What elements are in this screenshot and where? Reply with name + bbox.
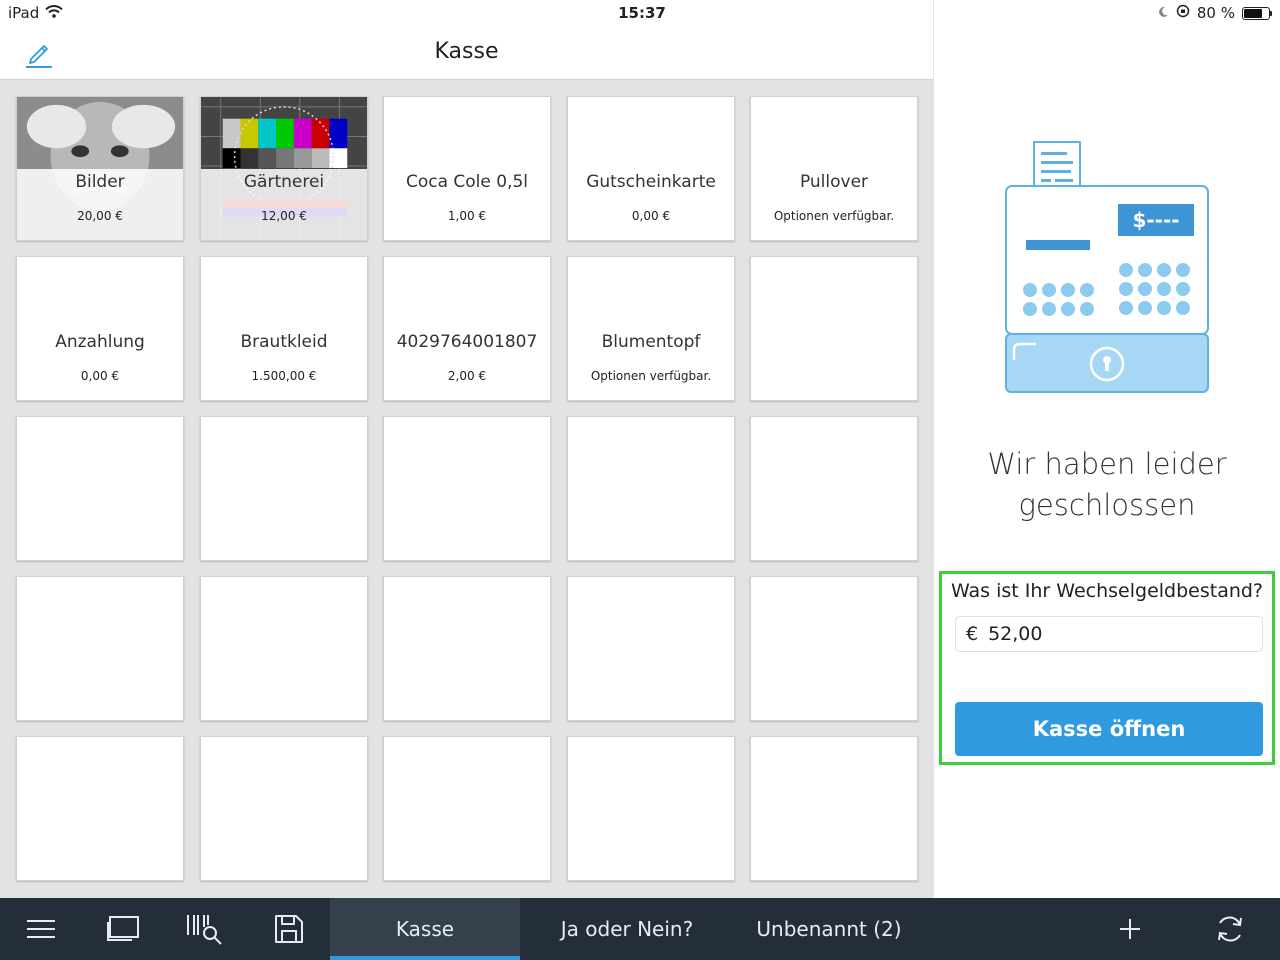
product-grid: Bilder 20,00 € Gärtnerei 12,00 € Coca Cole 0… [0, 80, 933, 898]
barcode-search-icon[interactable] [183, 908, 227, 950]
empty-tile[interactable] [750, 256, 918, 401]
open-register-button[interactable]: Kasse öffnen [955, 702, 1263, 756]
empty-tile[interactable] [383, 576, 551, 721]
empty-tile[interactable] [16, 576, 184, 721]
product-name: Pullover [799, 172, 869, 192]
product-price: Optionen verfügbar. [773, 209, 895, 223]
product-tile[interactable]: Pullover Optionen verfügbar. [750, 96, 918, 241]
empty-tile[interactable] [750, 416, 918, 561]
product-name: 4029764001807 [396, 332, 538, 352]
cash-float-value: 52,00 [988, 623, 1043, 645]
product-tile[interactable]: Bilder 20,00 € [16, 96, 184, 241]
product-price: 0,00 € [631, 209, 671, 223]
register-closed-panel: $---- Wir haben leider geschlossen Was i [934, 26, 1280, 898]
cash-float-label: Was ist Ihr Wechselgeldbestand? [950, 580, 1264, 602]
product-tile[interactable]: 4029764001807 2,00 € [383, 256, 551, 401]
empty-tile[interactable] [567, 736, 735, 881]
product-name: Gutscheinkarte [586, 172, 716, 192]
product-name: Coca Cole 0,5l [405, 172, 529, 192]
product-tile[interactable]: Gutscheinkarte 0,00 € [567, 96, 735, 241]
sync-icon[interactable] [1208, 908, 1252, 950]
product-price: Optionen verfügbar. [590, 369, 712, 383]
product-tile[interactable]: Coca Cole 0,5l 1,00 € [383, 96, 551, 241]
moon-icon [1157, 4, 1169, 22]
screens-icon[interactable] [101, 908, 145, 950]
empty-tile[interactable] [16, 416, 184, 561]
empty-tile[interactable] [383, 736, 551, 881]
empty-tile[interactable] [750, 736, 918, 881]
product-price: 12,00 € [261, 209, 307, 223]
register-display: $---- [1132, 208, 1179, 232]
product-price: 1,00 € [447, 209, 487, 223]
cash-register-icon: $---- [1004, 138, 1212, 398]
closed-message-line2: geschlossen [1018, 488, 1196, 522]
product-price: 0,00 € [80, 369, 120, 383]
product-price: 2,00 € [447, 369, 487, 383]
empty-tile[interactable] [200, 416, 368, 561]
register-header: Kasse [0, 26, 933, 80]
cash-float-input[interactable]: € 52,00 [955, 616, 1263, 652]
cash-float-form: Was ist Ihr Wechselgeldbestand? € 52,00 … [939, 571, 1275, 765]
currency-symbol: € [966, 623, 979, 645]
plus-icon[interactable] [1108, 908, 1152, 950]
empty-tile[interactable] [383, 416, 551, 561]
empty-tile[interactable] [200, 736, 368, 881]
save-icon[interactable] [267, 908, 311, 950]
product-name: Anzahlung [55, 332, 145, 352]
status-time: 15:37 [618, 4, 666, 22]
battery-icon [1242, 6, 1272, 20]
product-name: Blumentopf [601, 332, 701, 352]
tab-unbenannt[interactable]: Unbenannt (2) [734, 898, 924, 960]
status-bar: iPad 15:37 80 % [0, 0, 1280, 26]
tab-ja-oder-nein[interactable]: Ja oder Nein? [530, 898, 724, 960]
empty-tile[interactable] [567, 416, 735, 561]
product-price: 1.500,00 € [251, 369, 317, 383]
product-tile[interactable]: Blumentopf Optionen verfügbar. [567, 256, 735, 401]
product-name: Bilder [75, 172, 125, 192]
closed-message-line1: Wir haben leider [987, 447, 1227, 481]
rotation-lock-icon [1176, 4, 1190, 22]
bottom-toolbar: Kasse Ja oder Nein? Unbenannt (2) [0, 898, 1280, 960]
empty-tile[interactable] [16, 736, 184, 881]
product-name: Gärtnerei [243, 172, 325, 192]
product-tile[interactable]: Brautkleid 1.500,00 € [200, 256, 368, 401]
closed-message: Wir haben leider geschlossen [934, 444, 1280, 526]
product-tile[interactable]: Gärtnerei 12,00 € [200, 96, 368, 241]
product-price: 20,00 € [77, 209, 123, 223]
product-tile[interactable]: Anzahlung 0,00 € [16, 256, 184, 401]
page-title: Kasse [434, 39, 499, 64]
empty-tile[interactable] [200, 576, 368, 721]
empty-tile[interactable] [567, 576, 735, 721]
product-name: Brautkleid [240, 332, 328, 352]
tab-kasse[interactable]: Kasse [330, 898, 520, 960]
menu-icon[interactable] [19, 908, 63, 950]
empty-tile[interactable] [750, 576, 918, 721]
battery-percent: 80 % [1196, 4, 1235, 22]
